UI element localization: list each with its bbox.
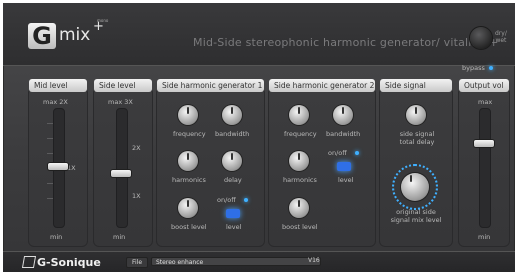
harmonics-label: harmonics — [283, 176, 317, 184]
onoff-led — [355, 151, 359, 155]
harmonics-knob[interactable] — [178, 151, 198, 171]
frequency-label: frequency — [284, 130, 317, 138]
panel-side-signal: Side signal side signal total delay orig… — [379, 79, 453, 247]
max-label: max 2X — [43, 98, 68, 106]
side-level-fader[interactable] — [111, 170, 131, 177]
harmonics-label: harmonics — [172, 176, 206, 184]
onoff-label: on/off — [328, 149, 347, 157]
panel-mid-level: Mid level max 2X 1X min — [28, 79, 88, 247]
side-delay-knob[interactable] — [406, 105, 426, 125]
boost-level-knob[interactable] — [289, 198, 309, 218]
bandwidth-knob[interactable] — [333, 105, 353, 125]
level-label: level — [338, 176, 354, 184]
frequency-knob[interactable] — [289, 105, 309, 125]
min-label: min — [50, 233, 63, 241]
panel-side-harmonic-2: Side harmonic generator 2 frequency band… — [268, 79, 376, 247]
delay-label: delay — [224, 176, 242, 184]
drywet-knob[interactable] — [470, 27, 492, 49]
max-label: max — [478, 98, 493, 106]
plugin-title: Mid-Side stereophonic harmonic generator… — [193, 36, 499, 49]
output-track[interactable] — [479, 108, 491, 228]
preset-display[interactable]: Stereo enhance — [151, 257, 321, 266]
header-bar: G mix + mono Mid-Side stereophonic harmo… — [3, 3, 515, 66]
bypass-led[interactable] — [489, 66, 493, 70]
brand-name: G-Sonique — [37, 256, 101, 269]
logo-text: mix — [59, 25, 91, 45]
mid-level-fader[interactable] — [48, 163, 68, 170]
panel-title: Side harmonic generator 2 — [269, 79, 375, 92]
panel-side-level: Side level max 3X 2X 1X min — [93, 79, 153, 247]
harmonics-knob[interactable] — [289, 151, 309, 171]
gsonique-logo-icon — [21, 256, 37, 268]
mix-level-knob[interactable] — [401, 173, 429, 201]
logo-tiny: mono — [97, 18, 109, 23]
boost-level-label: boost level — [171, 223, 207, 231]
one-x-label: 1X — [132, 192, 141, 200]
mix-level-label: original side signal mix level — [390, 208, 442, 224]
max-label: max 3X — [108, 98, 133, 106]
onoff-button[interactable] — [226, 209, 240, 218]
panel-title: Output vol — [459, 79, 509, 92]
panel-title: Mid level — [29, 79, 87, 92]
delay-knob[interactable] — [222, 151, 242, 171]
footer-bar: G-Sonique File Stereo enhance V16 — [3, 251, 515, 272]
min-label: min — [113, 233, 126, 241]
bandwidth-knob[interactable] — [222, 105, 242, 125]
onoff-label: on/off — [217, 196, 236, 204]
panel-title: Side level — [94, 79, 152, 92]
bandwidth-label: bandwidth — [326, 130, 361, 138]
boost-level-label: boost level — [282, 223, 318, 231]
panel-side-harmonic-1: Side harmonic generator 1 frequency band… — [156, 79, 265, 247]
panel-output: Output vol max min — [458, 79, 510, 247]
two-x-label: 2X — [132, 144, 141, 152]
panel-title: Side signal — [380, 79, 452, 92]
onoff-button[interactable] — [337, 162, 351, 171]
drywet-label: dry/ wet — [495, 30, 507, 44]
file-button[interactable]: File — [126, 257, 148, 268]
side-level-track[interactable] — [116, 108, 128, 228]
output-fader[interactable] — [474, 140, 494, 147]
level-label: level — [226, 223, 242, 231]
version-label: V16 — [308, 257, 320, 264]
min-label: min — [478, 233, 491, 241]
side-delay-label: side signal total delay — [399, 130, 435, 146]
boost-level-knob[interactable] — [178, 198, 198, 218]
one-x-label: 1X — [67, 164, 76, 172]
frequency-knob[interactable] — [178, 105, 198, 125]
bypass-label: bypass — [462, 64, 485, 72]
frequency-label: frequency — [173, 130, 206, 138]
panel-title: Side harmonic generator 1 — [157, 79, 264, 92]
plugin-window: G mix + mono Mid-Side stereophonic harmo… — [3, 3, 515, 272]
onoff-led — [244, 198, 248, 202]
bandwidth-label: bandwidth — [215, 130, 250, 138]
logo-g: G — [28, 23, 56, 49]
